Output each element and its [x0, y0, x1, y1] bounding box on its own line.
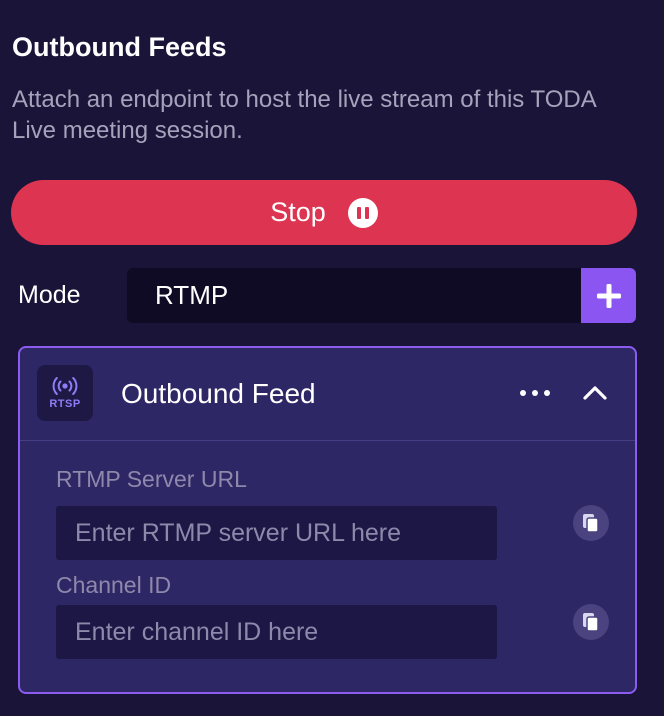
copy-icon — [583, 613, 599, 632]
copy-channel-id-button[interactable] — [573, 604, 609, 640]
feed-card-header: RTSP Outbound Feed — [20, 348, 635, 441]
collapse-button[interactable] — [578, 378, 612, 408]
panel-description: Attach an endpoint to host the live stre… — [12, 86, 596, 144]
more-options-button[interactable] — [515, 380, 555, 406]
copy-icon — [583, 514, 599, 533]
mode-label: Mode — [18, 281, 81, 309]
outbound-feeds-panel: Outbound Feeds Attach an endpoint to hos… — [0, 0, 664, 716]
channel-id-label: Channel ID — [56, 572, 172, 598]
panel-title: Outbound Feeds — [12, 32, 227, 62]
stop-button-label: Stop — [270, 197, 326, 227]
rtsp-badge: RTSP — [37, 365, 93, 421]
add-feed-button[interactable] — [581, 268, 636, 323]
chevron-up-icon — [583, 386, 607, 400]
outbound-feed-card: RTSP Outbound Feed RTMP Server URL Enter… — [18, 346, 637, 694]
rtmp-server-url-label: RTMP Server URL — [56, 466, 247, 492]
plus-icon — [596, 283, 621, 308]
mode-selected-value: RTMP — [155, 280, 229, 310]
rtsp-badge-label: RTSP — [49, 398, 81, 410]
broadcast-icon — [52, 377, 78, 395]
feed-title: Outbound Feed — [121, 378, 316, 409]
ellipsis-icon — [520, 390, 550, 396]
copy-server-url-button[interactable] — [573, 505, 609, 541]
rtmp-server-url-input[interactable] — [56, 506, 497, 560]
mode-select[interactable]: RTMP — [127, 268, 582, 323]
pause-circle-icon — [347, 197, 378, 228]
stop-button[interactable]: Stop — [11, 180, 637, 245]
channel-id-input[interactable] — [56, 605, 497, 659]
